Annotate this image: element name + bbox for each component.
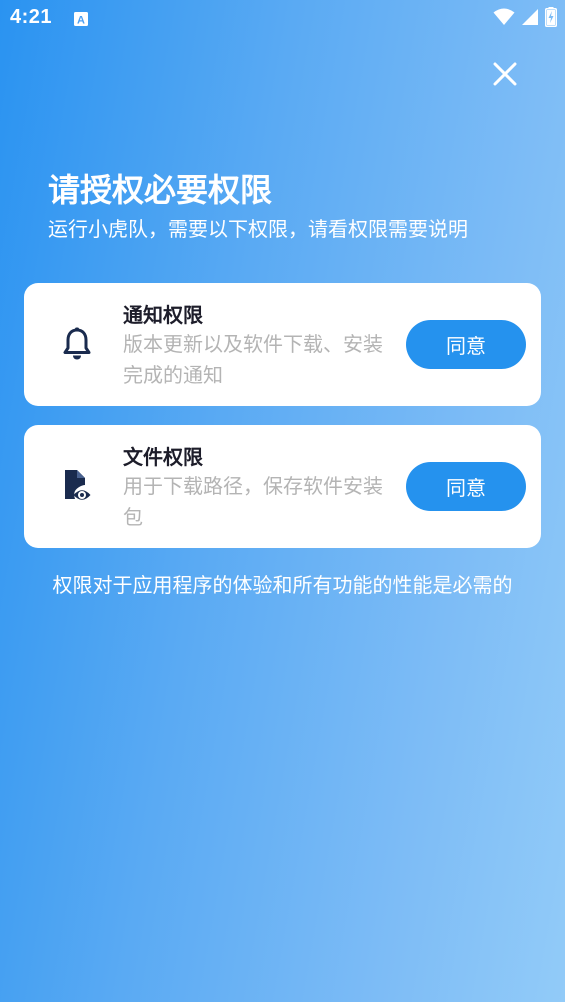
app-notification-icon: A (73, 11, 89, 27)
battery-charging-icon (545, 7, 557, 31)
status-icons (493, 7, 557, 31)
permission-title: 文件权限 (123, 445, 203, 469)
svg-text:A: A (77, 15, 85, 27)
permission-card-file: 文件权限 用于下载路径，保存软件安装包 同意 (24, 425, 541, 548)
status-bar: 4:21 A (0, 0, 565, 40)
agree-file-button[interactable]: 同意 (406, 462, 526, 511)
permission-card-notification: 通知权限 版本更新以及软件下载、安装完成的通知 同意 (24, 283, 541, 406)
footer-note: 权限对于应用程序的体验和所有功能的性能是必需的 (52, 573, 513, 597)
close-icon (493, 62, 517, 90)
cellular-signal-icon (521, 8, 539, 30)
close-button[interactable] (486, 57, 524, 95)
wifi-icon (493, 8, 515, 30)
permission-description: 版本更新以及软件下载、安装完成的通知 (123, 332, 383, 387)
page-subtitle: 运行小虎队，需要以下权限，请看权限需要说明 (48, 217, 468, 241)
bell-icon (60, 327, 94, 361)
page-title: 请授权必要权限 (48, 171, 273, 209)
permission-title: 通知权限 (123, 303, 203, 327)
agree-notification-button[interactable]: 同意 (406, 320, 526, 369)
permission-description: 用于下载路径，保存软件安装包 (123, 474, 383, 529)
file-view-icon (60, 469, 94, 503)
status-time: 4:21 (10, 6, 53, 28)
